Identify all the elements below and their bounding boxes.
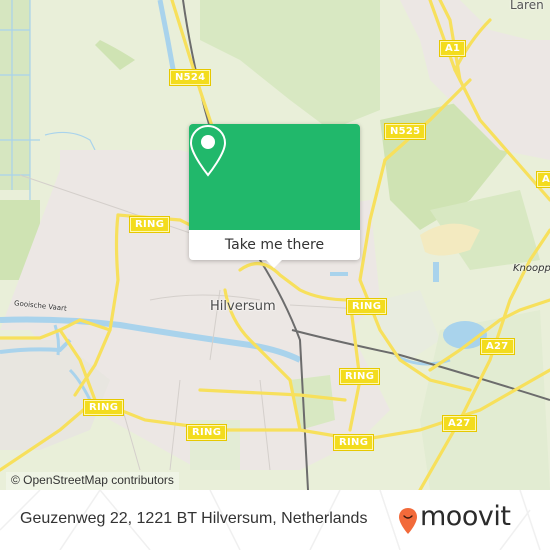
place-label-knoop: Knoopp	[513, 263, 550, 274]
road-shield-n525: N525	[385, 124, 426, 139]
place-label-hilversum: Hilversum	[210, 299, 276, 314]
road-shield-ring-nw: RING	[130, 217, 170, 232]
road-shield-ring-s: RING	[187, 425, 227, 440]
place-label-laren: Laren	[510, 0, 544, 12]
road-shield-ring-sse: RING	[334, 435, 374, 450]
road-shield-ring-e: RING	[347, 299, 387, 314]
road-shield-n524: N524	[170, 70, 211, 85]
road-shield-ring-se: RING	[340, 369, 380, 384]
road-shield-ring-w: RING	[84, 400, 124, 415]
road-shield-a1-right: A1	[537, 172, 550, 187]
take-me-there-button[interactable]: Take me there	[189, 230, 360, 260]
popup-pointer	[265, 259, 283, 268]
road-shield-a27-mid: A27	[481, 339, 514, 354]
map[interactable]: N524 N525 A1 A1 A27 A27 RING RING RING R…	[0, 0, 550, 490]
popup-footer: Take me there	[189, 230, 360, 260]
location-popup: Take me there	[189, 124, 360, 268]
popup-header	[189, 124, 360, 230]
road-shield-a1-top: A1	[440, 41, 466, 56]
moovit-wordmark: moovit	[420, 501, 511, 532]
footer-bar: Geuzenweg 22, 1221 BT Hilversum, Netherl…	[0, 490, 550, 550]
map-attribution[interactable]: © OpenStreetMap contributors	[6, 472, 179, 490]
address-text: Geuzenweg 22, 1221 BT Hilversum, Netherl…	[20, 510, 368, 527]
road-shield-a27-low: A27	[443, 416, 476, 431]
map-pin-icon	[189, 124, 227, 177]
moovit-pin-icon	[399, 508, 417, 534]
